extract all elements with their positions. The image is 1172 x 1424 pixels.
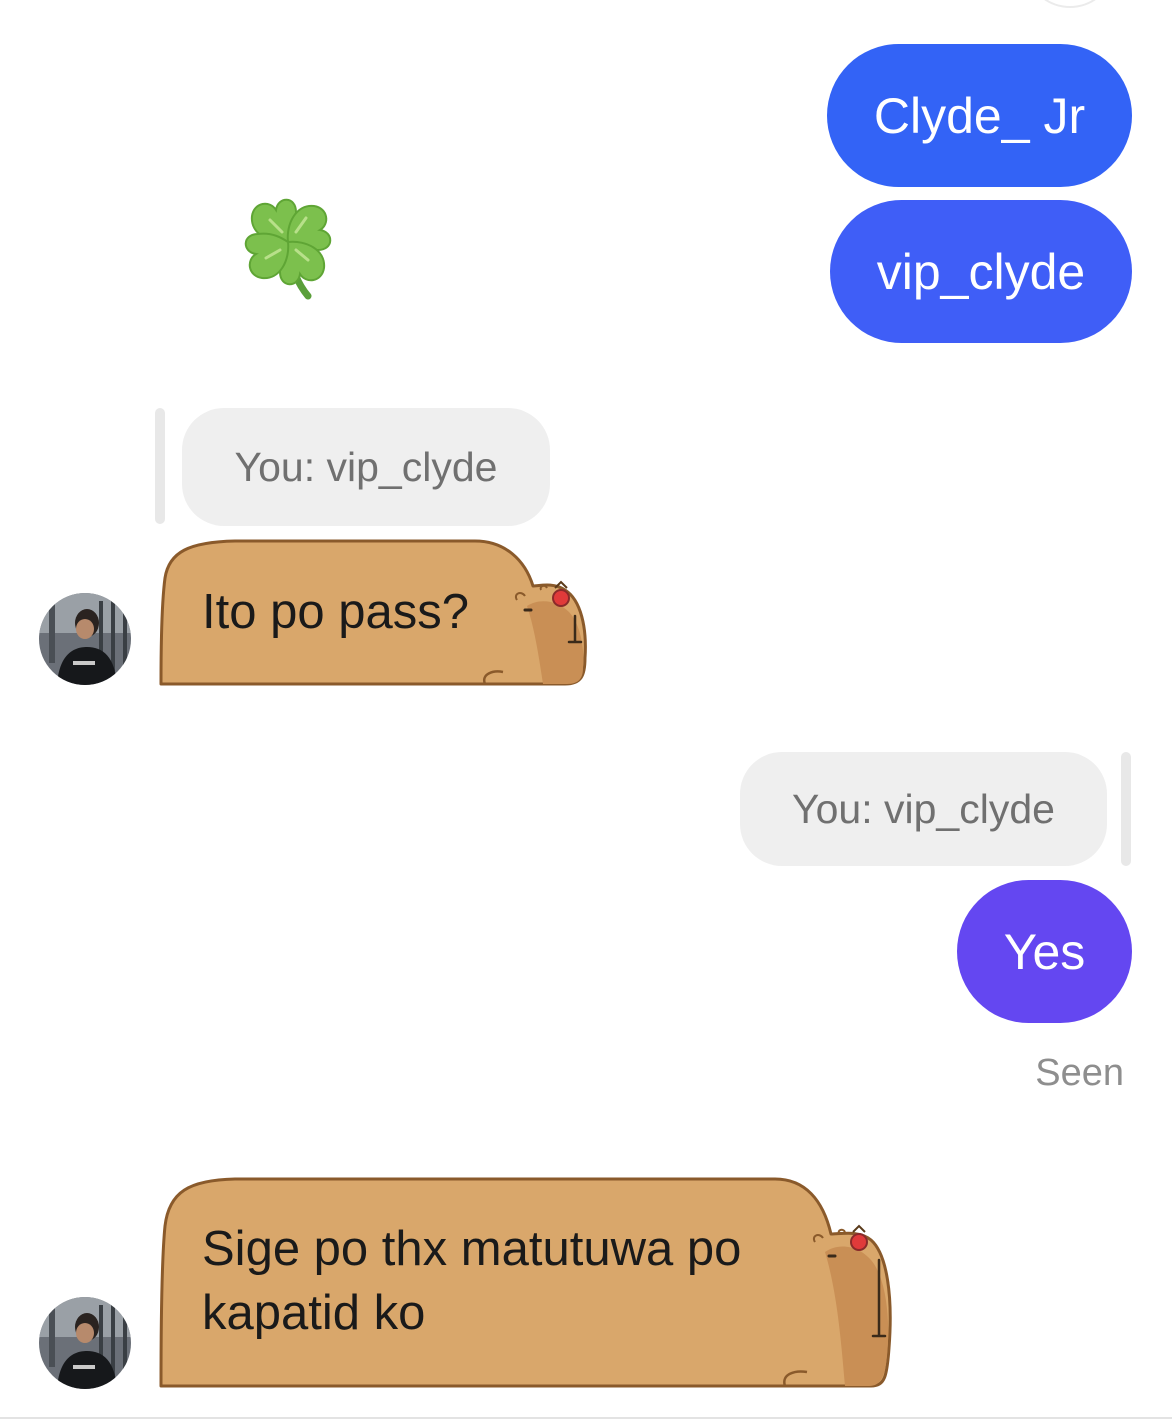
divider: [0, 1417, 1172, 1419]
chat-thread: Clyde_ Jr vip_clyde You: vip_clyde Ito p…: [0, 0, 1172, 1424]
seen-status: Seen: [1035, 1052, 1124, 1094]
reply-preview-text: You: vip_clyde: [234, 443, 498, 490]
avatar[interactable]: [39, 1297, 131, 1389]
message-text: Clyde_ Jr: [873, 87, 1086, 144]
outgoing-message[interactable]: Clyde_ Jr: [827, 44, 1132, 187]
reply-preview-text: You: vip_clyde: [792, 785, 1055, 832]
message-line: kapatid ko: [202, 1286, 426, 1340]
message-text: Sige po thx matutuwa po kapatid ko: [202, 1217, 741, 1345]
replied-message-preview[interactable]: You: vip_clyde: [182, 408, 550, 526]
message-text: Ito po pass?: [202, 585, 469, 639]
avatar[interactable]: [39, 593, 131, 685]
header-avatar-edge[interactable]: [1030, 0, 1110, 8]
outgoing-message[interactable]: vip_clyde: [830, 200, 1132, 343]
replied-message-preview[interactable]: You: vip_clyde: [740, 752, 1107, 866]
reply-indicator-bar: [155, 408, 165, 524]
reply-indicator-bar: [1121, 752, 1131, 866]
outgoing-message[interactable]: Yes: [957, 880, 1132, 1023]
message-text: Yes: [1003, 923, 1086, 980]
message-text: vip_clyde: [876, 243, 1086, 300]
message-line: Sige po thx matutuwa po: [202, 1222, 742, 1276]
four-leaf-clover-icon[interactable]: [240, 192, 336, 302]
